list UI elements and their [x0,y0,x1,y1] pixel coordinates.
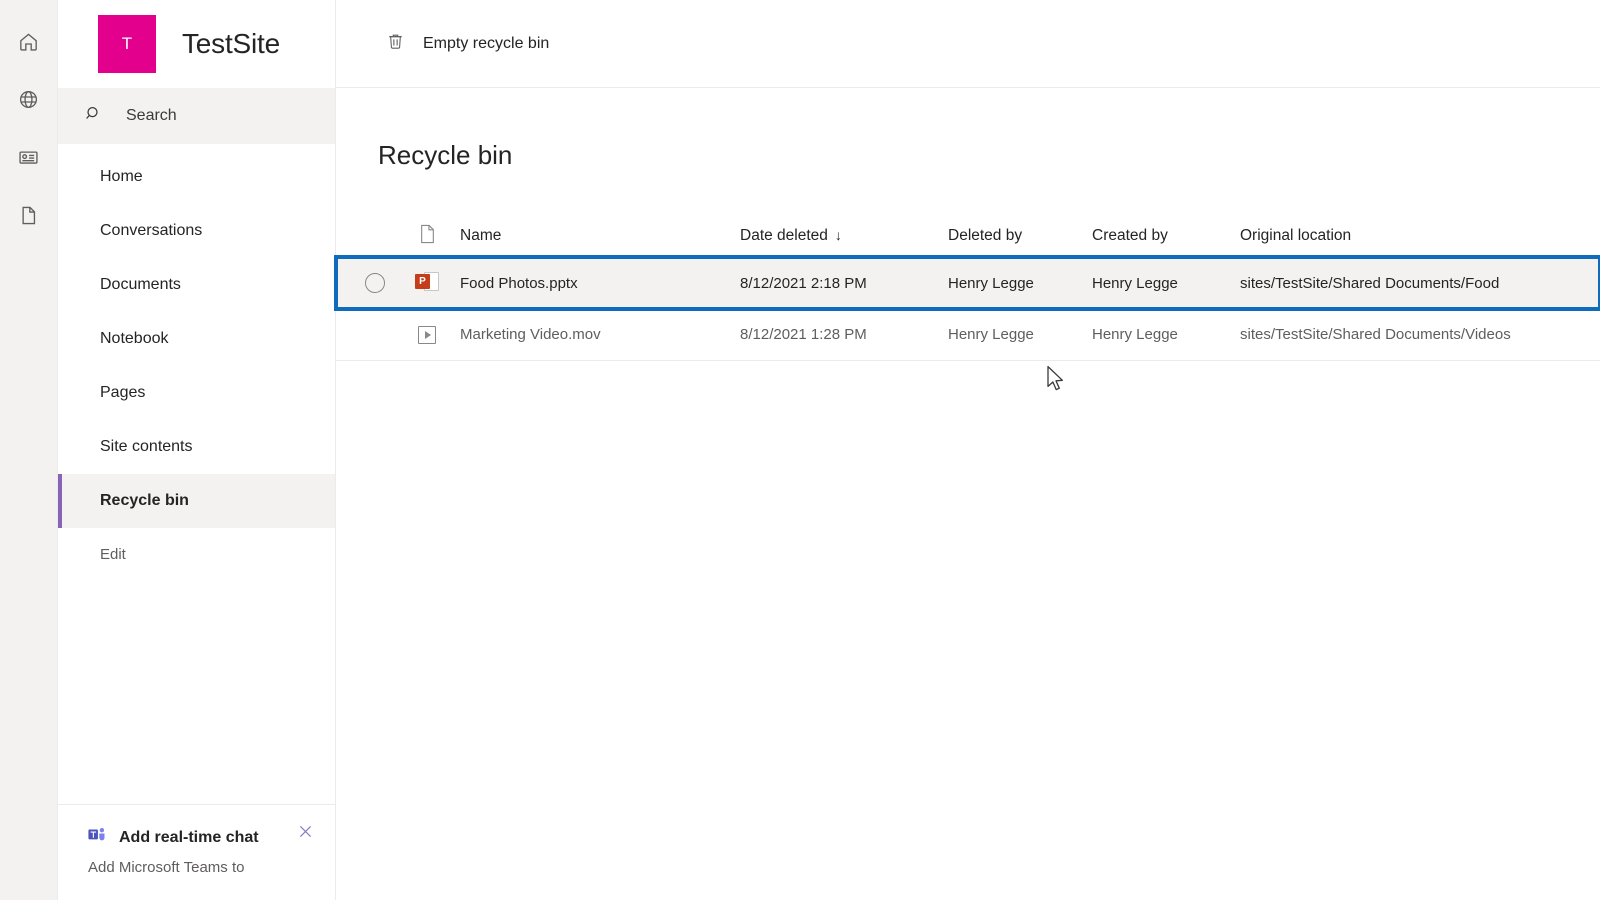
rail-item-home[interactable] [5,12,53,70]
deleted-by-cell: Henry Legge [948,326,1092,343]
teams-promo-title: Add real-time chat [119,829,259,847]
search-icon [84,104,104,129]
rail-item-documents[interactable] [5,186,53,244]
created-by-cell: Henry Legge [1092,275,1240,292]
table-row[interactable]: P Food Photos.pptx 8/12/2021 2:18 PM Hen… [336,257,1600,309]
trash-icon [386,32,405,56]
teams-icon [88,827,107,848]
selection-circle-icon [365,273,385,293]
document-icon [419,224,436,248]
column-header-date-deleted-label: Date deleted [740,227,828,244]
table-header-row: Name Date deleted ↓ Deleted by Created by… [336,215,1600,257]
created-by-cell: Henry Legge [1092,326,1240,343]
deleted-by-cell: Henry Legge [948,275,1092,292]
sidebar-item-label: Notebook [100,330,169,348]
site-logo-letter: T [122,34,132,54]
empty-recycle-bin-button[interactable]: Empty recycle bin [378,22,557,66]
sidebar-item-notebook[interactable]: Notebook [58,312,335,366]
column-header-original-location[interactable]: Original location [1240,227,1600,245]
sidebar-item-label: Documents [100,276,181,294]
main-content: Empty recycle bin Recycle bin Name [336,0,1600,900]
sidebar-item-label: Home [100,168,143,186]
sidebar-item-recycle-bin[interactable]: Recycle bin [58,474,335,528]
file-name-cell[interactable]: Food Photos.pptx [450,275,740,292]
empty-recycle-bin-label: Empty recycle bin [423,35,549,53]
page-title: Recycle bin [378,140,1600,171]
sidebar-item-label: Pages [100,384,145,402]
date-deleted-cell: 8/12/2021 1:28 PM [740,326,948,343]
news-icon [17,146,40,169]
sidebar-item-documents[interactable]: Documents [58,258,335,312]
site-title: TestSite [182,28,280,60]
site-header: T TestSite [58,0,335,88]
sidebar-item-home[interactable]: Home [58,150,335,204]
powerpoint-icon: P [415,271,439,295]
command-bar: Empty recycle bin [336,0,1600,88]
sharepoint-recycle-bin-page: T TestSite Search Home Conversations Doc… [0,0,1600,900]
home-icon [17,30,40,53]
teams-promo-card: Add real-time chat Add Microsoft Teams t… [58,804,335,900]
teams-promo-subtitle: Add Microsoft Teams to [88,857,305,880]
globe-icon [17,88,40,111]
sidebar-item-label: Recycle bin [100,492,189,510]
app-rail [0,0,58,900]
rail-item-news[interactable] [5,128,53,186]
mouse-cursor [1046,365,1066,398]
sidebar-item-label: Conversations [100,222,202,240]
sidebar-item-conversations[interactable]: Conversations [58,204,335,258]
sidebar-item-site-contents[interactable]: Site contents [58,420,335,474]
sidebar-item-label: Site contents [100,438,193,456]
site-nav-list: Home Conversations Documents Notebook Pa… [58,144,335,900]
column-header-deleted-by[interactable]: Deleted by [948,227,1092,245]
site-navigation: T TestSite Search Home Conversations Doc… [58,0,336,900]
original-location-cell: sites/TestSite/Shared Documents/Food [1240,275,1600,292]
date-deleted-cell: 8/12/2021 2:18 PM [740,275,948,292]
video-icon [415,323,439,347]
table-row[interactable]: Marketing Video.mov 8/12/2021 1:28 PM He… [336,309,1600,361]
close-icon[interactable] [291,817,319,845]
column-header-created-by[interactable]: Created by [1092,227,1240,245]
powerpoint-icon-letter: P [415,274,430,289]
recycle-bin-table: Name Date deleted ↓ Deleted by Created by… [336,215,1600,361]
file-type-cell [404,323,450,347]
column-header-name[interactable]: Name [450,227,740,245]
search-placeholder: Search [126,107,177,125]
sidebar-edit-label: Edit [100,546,126,563]
file-name-cell[interactable]: Marketing Video.mov [450,326,740,343]
sidebar-edit-button[interactable]: Edit [58,528,335,580]
row-select-checkbox[interactable] [346,273,404,293]
column-header-date-deleted[interactable]: Date deleted ↓ [740,227,948,245]
header-file-type-icon[interactable] [404,224,450,248]
site-logo: T [98,15,156,73]
original-location-cell: sites/TestSite/Shared Documents/Videos [1240,326,1600,343]
sort-descending-icon: ↓ [835,227,842,243]
rail-item-world[interactable] [5,70,53,128]
document-icon [17,204,40,227]
file-type-cell: P [404,271,450,295]
sidebar-item-pages[interactable]: Pages [58,366,335,420]
search-input[interactable]: Search [58,88,335,144]
